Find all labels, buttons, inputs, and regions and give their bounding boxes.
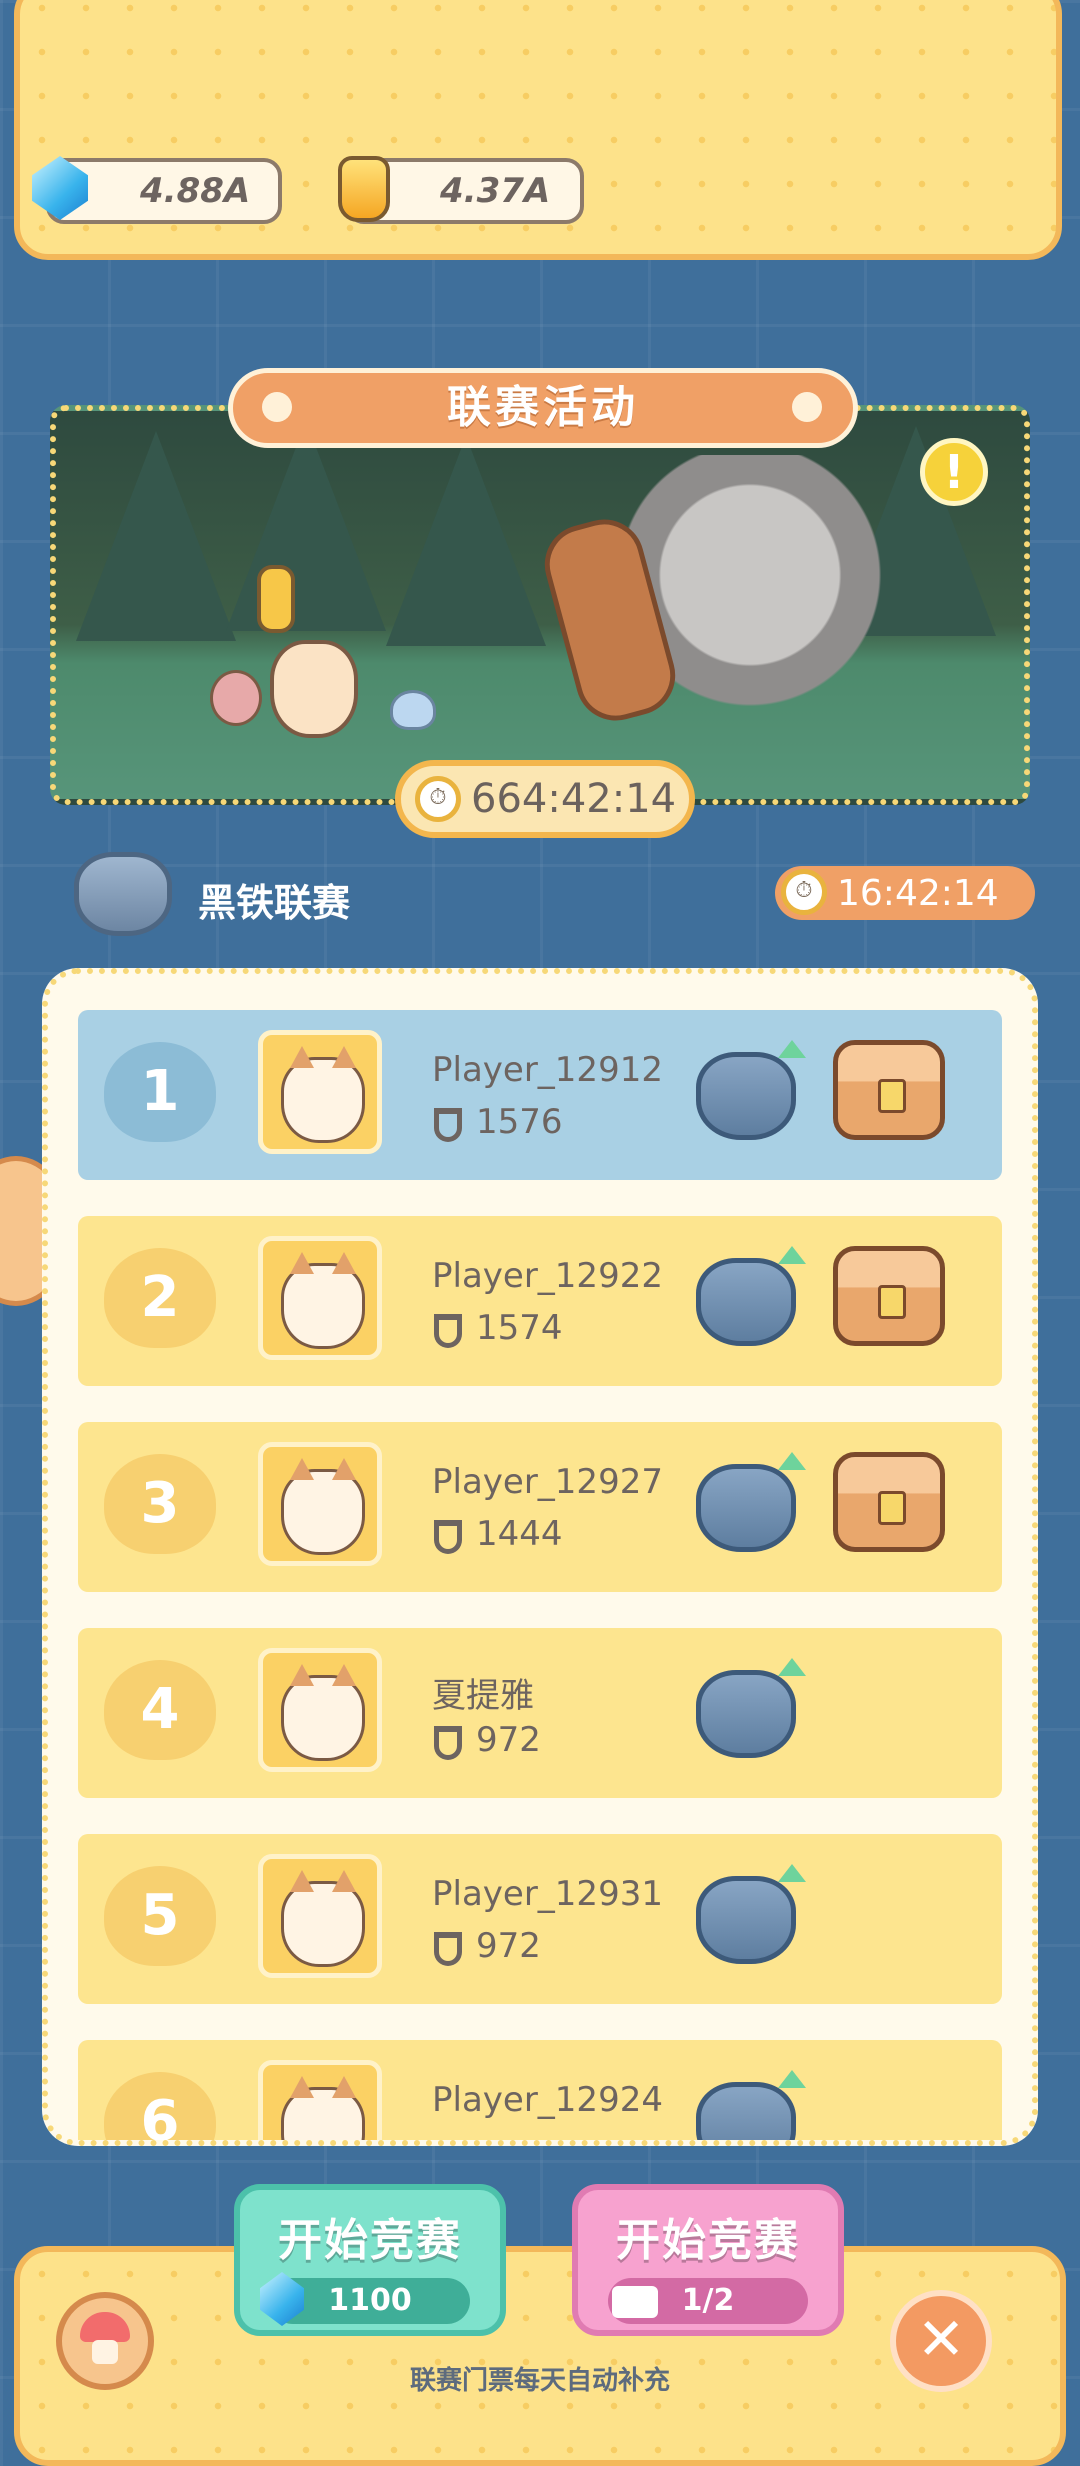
player-name: Player_12922	[432, 1256, 663, 1296]
clock-icon: ⏱	[415, 776, 461, 822]
tier-badge-icon	[696, 1670, 796, 1758]
avatar	[258, 1030, 382, 1154]
chest-lock-icon	[878, 1491, 906, 1525]
avatar	[258, 1236, 382, 1360]
promote-arrow-icon	[778, 1658, 806, 1676]
tree-decoration	[226, 421, 386, 631]
mouse-character	[210, 670, 262, 726]
player-score: 1444	[476, 1514, 563, 1554]
trophy-icon	[434, 1932, 462, 1966]
event-timer: ⏱ 664:42:14	[395, 760, 695, 838]
cat-avatar-icon	[281, 1870, 365, 1967]
promote-arrow-icon	[778, 1452, 806, 1470]
rank-badge: 1	[104, 1042, 216, 1142]
info-icon[interactable]: !	[920, 438, 988, 506]
start-race-gem-button[interactable]: 开始竞赛 1100	[234, 2184, 506, 2336]
event-countdown: 664:42:14	[471, 776, 677, 822]
avatar	[258, 1648, 382, 1772]
player-name: Player_12927	[432, 1462, 663, 1502]
league-countdown: 16:42:14	[837, 872, 999, 914]
promote-arrow-icon	[778, 2070, 806, 2088]
tier-badge-icon	[696, 1258, 796, 1346]
trophy-icon	[434, 1520, 462, 1554]
leaderboard-row[interactable]: 6 Player_12924	[78, 2040, 1002, 2140]
start-race-label: 开始竞赛	[278, 2215, 462, 2266]
cat-avatar-icon	[281, 1458, 365, 1555]
potion-count: 4.37A	[440, 171, 551, 211]
tier-badge-icon	[696, 1464, 796, 1552]
potion-icon	[338, 156, 390, 222]
leaderboard-row[interactable]: 4 夏提雅 972	[78, 1628, 1002, 1798]
cat-avatar-icon	[281, 2076, 365, 2140]
promote-arrow-icon	[778, 1040, 806, 1058]
player-name: 夏提雅	[432, 1676, 534, 1716]
avatar	[258, 2060, 382, 2140]
trophy-icon	[434, 1314, 462, 1348]
ticket-icon	[612, 2286, 658, 2318]
gem-count: 4.88A	[140, 171, 251, 211]
paw-icon	[262, 392, 292, 422]
gem-icon	[260, 2272, 304, 2326]
tree-decoration	[76, 431, 236, 641]
slime-character	[390, 690, 436, 730]
leaderboard-row[interactable]: 1 Player_12912 1576	[78, 1010, 1002, 1180]
tier-badge-icon	[696, 1052, 796, 1140]
trophy-icon	[434, 1108, 462, 1142]
player-name: Player_12931	[432, 1874, 663, 1914]
cat-character	[270, 640, 358, 738]
ticket-refill-note: 联赛门票每天自动补充	[409, 2366, 670, 2396]
ticket-count: 1/2	[608, 2278, 808, 2324]
player-name: Player_12924	[432, 2080, 663, 2120]
ticket-count-value: 1/2	[681, 2283, 735, 2318]
player-score: 972	[476, 1926, 541, 1966]
mushroom-icon	[80, 2312, 130, 2342]
player-score: 972	[476, 1720, 541, 1760]
avatar	[258, 1854, 382, 1978]
reward-chest-icon[interactable]	[833, 1246, 945, 1346]
leaderboard-row[interactable]: 5 Player_12931 972	[78, 1834, 1002, 2004]
player-score: 1576	[476, 1102, 563, 1142]
promote-arrow-icon	[778, 1864, 806, 1882]
gem-cost: 1100	[260, 2272, 470, 2326]
start-race-label: 开始竞赛	[616, 2215, 800, 2266]
avatar	[258, 1442, 382, 1566]
tier-badge-icon	[696, 1876, 796, 1964]
leaderboard-panel[interactable]: 1 Player_12912 1576 2 Player_12922 1574 …	[42, 968, 1038, 2146]
league-name: 黑铁联赛	[198, 881, 351, 925]
promote-arrow-icon	[778, 1246, 806, 1264]
leaderboard-row[interactable]: 3 Player_12927 1444	[78, 1422, 1002, 1592]
trophy-icon	[434, 1726, 462, 1760]
cat-avatar-icon	[281, 1046, 365, 1143]
leaderboard-row[interactable]: 2 Player_12922 1574	[78, 1216, 1002, 1386]
tree-decoration	[386, 436, 546, 646]
event-title: 联赛活动	[228, 368, 858, 448]
player-name: Player_12912	[432, 1050, 663, 1090]
reward-chest-icon[interactable]	[833, 1452, 945, 1552]
rank-badge: 4	[104, 1660, 216, 1760]
start-race-ticket-button[interactable]: 开始竞赛 1/2	[572, 2184, 844, 2336]
cat-avatar-icon	[281, 1252, 365, 1349]
chest-lock-icon	[878, 1079, 906, 1113]
reward-chest-icon[interactable]	[833, 1040, 945, 1140]
gem-cost-value: 1100	[328, 2283, 412, 2318]
clock-icon: ⏱	[781, 869, 827, 915]
league-timer: ⏱ 16:42:14	[775, 866, 1035, 920]
rank-badge: 2	[104, 1248, 216, 1348]
rank-badge: 5	[104, 1866, 216, 1966]
rank-badge: 6	[104, 2072, 216, 2140]
league-badge-icon	[74, 852, 172, 936]
tier-badge-icon	[696, 2082, 796, 2140]
chest-lock-icon	[878, 1285, 906, 1319]
event-title-text: 联赛活动	[447, 382, 639, 433]
exclamation-icon	[257, 565, 295, 633]
paw-icon	[792, 392, 822, 422]
player-score: 1574	[476, 1308, 563, 1348]
cat-avatar-icon	[281, 1664, 365, 1761]
rank-badge: 3	[104, 1454, 216, 1554]
